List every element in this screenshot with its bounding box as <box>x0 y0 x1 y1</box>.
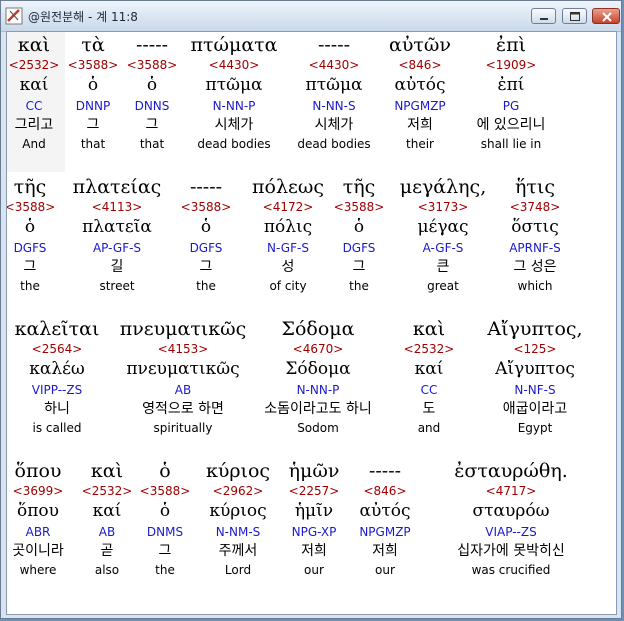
word-korean: 애굽이라고 <box>502 401 568 417</box>
word-parsing: NPGMZP <box>359 525 411 539</box>
word-greek: ἐσταυρώθη. <box>454 460 568 482</box>
word-english: is called <box>32 421 82 435</box>
word-strong: <3748> <box>509 200 561 214</box>
word-column[interactable]: Αἴγυπτος, <125> Αἴγυπτος N-NF-S 애굽이라고 Egypt <box>470 318 600 438</box>
word-greek: Αἴγυπτος, <box>487 318 583 340</box>
word-english: spiritually <box>153 421 213 435</box>
verse-analysis-panel[interactable]: καὶ <2532> καί CC 그리고 And τὰ <3588> ὁ DNNP 그 that --… <box>6 31 617 615</box>
minimize-icon <box>540 18 548 20</box>
word-parsing: VIAP--ZS <box>485 525 537 539</box>
word-strong: <1909> <box>485 58 537 72</box>
word-korean: 영적으로 하면 <box>142 401 224 417</box>
title-bar[interactable]: @원전분해 - 계 11:8 <box>1 1 621 32</box>
word-column[interactable]: ἐπὶ <1909> ἐπί PG 에 있으리니 shall lie in <box>446 34 576 154</box>
close-button[interactable] <box>592 8 620 24</box>
word-column[interactable]: ----- <846> αὐτός NPGMZP 저희 our <box>320 460 450 580</box>
word-greek: ἐπὶ <box>495 34 527 56</box>
word-english: which <box>517 279 553 293</box>
word-strong: <846> <box>363 484 407 498</box>
word-greek: ἥτις <box>515 176 555 198</box>
word-strong: <4717> <box>485 484 537 498</box>
word-korean: 에 있으리니 <box>476 117 546 133</box>
word-english: shall lie in <box>480 137 542 151</box>
window-title: @원전분해 - 계 11:8 <box>28 10 138 24</box>
word-strong: <2564> <box>31 342 83 356</box>
word-english: Egypt <box>517 421 553 435</box>
word-parsing: AB <box>174 383 192 397</box>
word-english: was crucified <box>471 563 551 577</box>
word-parsing: APRNF-S <box>509 241 561 255</box>
word-english: our <box>375 563 395 577</box>
maximize-button[interactable] <box>562 8 587 24</box>
word-lemma: ὅστις <box>511 217 559 237</box>
word-korean: 하니 <box>44 401 70 417</box>
word-korean: 저희 <box>372 543 398 559</box>
minimize-button[interactable] <box>531 8 556 24</box>
word-strong: <4153> <box>157 342 209 356</box>
word-column[interactable]: καλεῖται <2564> καλέω VIPP--ZS 하니 is called <box>7 318 122 438</box>
close-icon <box>602 12 612 22</box>
word-korean: 그 성은 <box>513 259 557 275</box>
word-lemma: σταυρόω <box>472 501 550 521</box>
word-parsing: PG <box>502 99 520 113</box>
maximize-icon <box>570 12 580 21</box>
app-icon <box>5 7 23 25</box>
word-strong: <125> <box>513 342 557 356</box>
app-window: @원전분해 - 계 11:8 καὶ <2532> καί CC 그리고 And τὰ <35… <box>0 0 622 619</box>
word-column[interactable]: πνευματικῶς <4153> πνευματικῶς AB 영적으로 하면 spi… <box>118 318 248 438</box>
word-lemma: καλέω <box>29 359 85 379</box>
word-parsing: VIPP--ZS <box>31 383 83 397</box>
word-lemma: αὐτός <box>359 501 411 521</box>
word-korean: 십자가에 못박히신 <box>457 543 565 559</box>
word-column[interactable]: ἐσταυρώθη. <4717> σταυρόω VIAP--ZS 십자가에 못박히신… <box>446 460 576 580</box>
word-greek: ----- <box>368 460 402 482</box>
word-lemma: ἐπί <box>497 75 525 95</box>
word-greek: καλεῖται <box>14 318 100 340</box>
word-lemma: πνευματικῶς <box>126 359 240 379</box>
word-lemma: Αἴγυπτος <box>495 359 575 379</box>
word-parsing: N-NF-S <box>514 383 556 397</box>
word-column[interactable]: ἥτις <3748> ὅστις APRNF-S 그 성은 which <box>470 176 600 296</box>
word-greek: πνευματικῶς <box>119 318 247 340</box>
